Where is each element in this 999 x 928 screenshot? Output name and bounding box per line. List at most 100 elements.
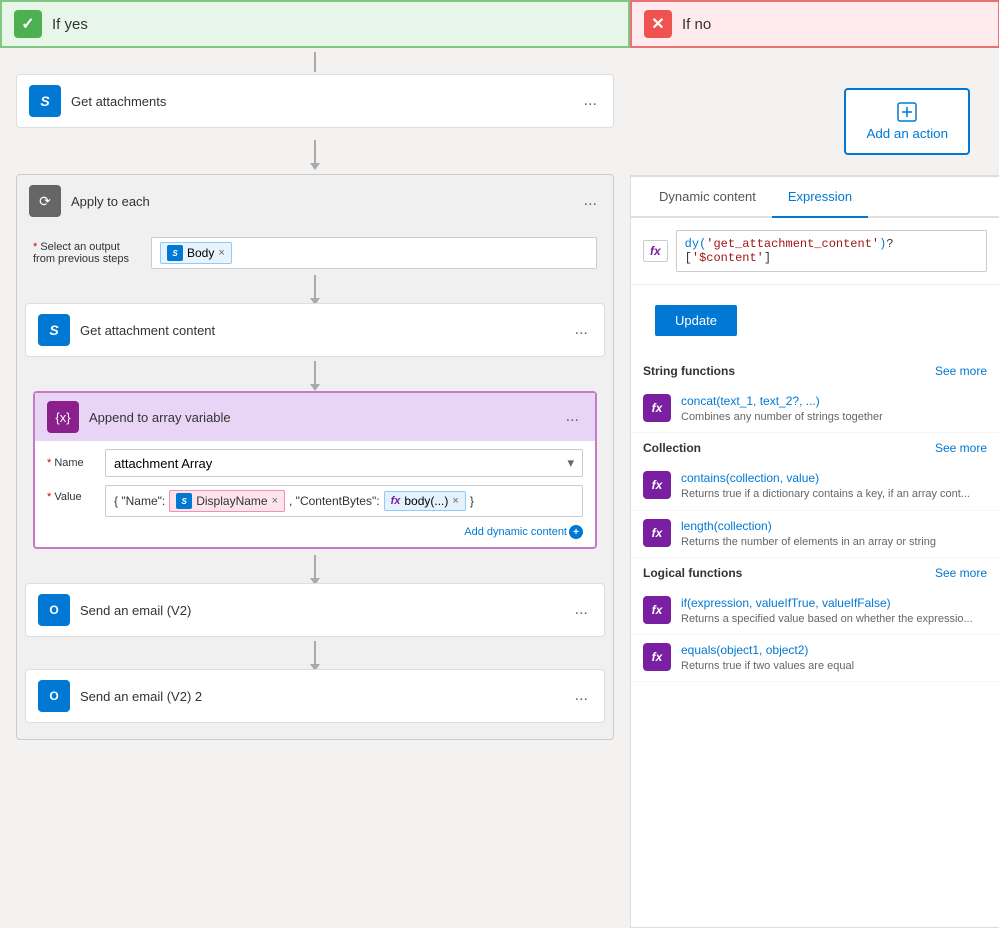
if-no-add-action-label: Add an action: [866, 126, 948, 141]
send-email-1-card: O Send an email (V2) ...: [25, 583, 605, 637]
apply-to-each-title: Apply to each: [71, 194, 570, 209]
fx-badge: fx: [643, 240, 668, 262]
equals-icon: fx: [643, 643, 671, 671]
concat-name: concat(text_1, text_2?, ...): [681, 394, 987, 408]
append-to-array-more[interactable]: ...: [562, 408, 583, 426]
update-button[interactable]: Update: [655, 305, 737, 336]
contains-desc: Returns true if a dictionary contains a …: [681, 487, 987, 501]
string-functions-header: String functions See more: [631, 356, 999, 386]
if-no-add-action-icon: [897, 102, 917, 122]
send-email-1-icon: O: [38, 594, 70, 626]
name-input[interactable]: attachment Array ▾: [105, 449, 583, 477]
length-name: length(collection): [681, 519, 987, 533]
panel-tabs: Dynamic content Expression: [631, 177, 999, 218]
dynamic-panel: Dynamic content Expression fx dy('get_at…: [630, 175, 999, 928]
add-dynamic-content[interactable]: Add dynamic content +: [47, 525, 583, 539]
expression-input[interactable]: dy('get_attachment_content')?['$content'…: [676, 230, 987, 272]
get-attachments-more[interactable]: ...: [580, 92, 601, 110]
concat-icon: fx: [643, 394, 671, 422]
add-action-wrapper: Add an action: [0, 744, 630, 753]
apply-to-each-more[interactable]: ...: [580, 192, 601, 210]
tab-dynamic-content[interactable]: Dynamic content: [643, 177, 772, 218]
name-label: * Name: [47, 457, 97, 469]
expression-value: dy('get_attachment_content')?['$content'…: [685, 237, 894, 265]
function-item-concat[interactable]: fx concat(text_1, text_2?, ...) Combines…: [631, 386, 999, 433]
send-email-2-more[interactable]: ...: [571, 687, 592, 705]
concat-info: concat(text_1, text_2?, ...) Combines an…: [681, 394, 987, 424]
display-name-icon: S: [176, 493, 192, 509]
body-fx-tag: fx body(...) ×: [384, 491, 466, 511]
concat-desc: Combines any number of strings together: [681, 410, 987, 424]
apply-to-each-card: ⟳ Apply to each ... * Select an outputfr…: [16, 174, 614, 740]
array-icon: {x}: [47, 401, 79, 433]
get-attachment-content-card: S Get attachment content ...: [25, 303, 605, 357]
select-output-label: * Select an outputfrom previous steps: [33, 241, 143, 265]
string-functions-see-more[interactable]: See more: [935, 364, 987, 378]
equals-info: equals(object1, object2) Returns true if…: [681, 643, 987, 673]
length-desc: Returns the number of elements in an arr…: [681, 535, 987, 549]
display-name-tag: S DisplayName ×: [169, 490, 285, 512]
value-input[interactable]: { "Name": S DisplayName × , "ContentByte…: [105, 485, 583, 517]
if-yes-label: If yes: [52, 16, 88, 33]
contains-icon: fx: [643, 471, 671, 499]
get-attachments-title: Get attachments: [71, 94, 570, 109]
append-to-array-title: Append to array variable: [89, 410, 552, 425]
append-to-array-card: {x} Append to array variable ... * Name: [33, 391, 597, 549]
tag-input[interactable]: S Body ×: [151, 237, 597, 269]
contains-name: contains(collection, value): [681, 471, 987, 485]
body-tag-remove[interactable]: ×: [452, 495, 458, 507]
equals-desc: Returns true if two values are equal: [681, 659, 987, 673]
body-tag: S Body ×: [160, 242, 232, 264]
send-email-2-icon: O: [38, 680, 70, 712]
tag-remove[interactable]: ×: [218, 247, 224, 259]
send-email-1-more[interactable]: ...: [571, 601, 592, 619]
if-no-x-icon: ✕: [644, 10, 672, 38]
tag-sp-icon: S: [167, 245, 183, 261]
function-item-equals[interactable]: fx equals(object1, object2) Returns true…: [631, 635, 999, 682]
right-panel: ✕ If no Add an action Dynamic content Ex…: [630, 0, 999, 753]
if-no-header: ✕ If no: [630, 0, 999, 48]
collection-header: Collection See more: [631, 433, 999, 463]
logical-functions-label: Logical functions: [643, 566, 742, 580]
length-info: length(collection) Returns the number of…: [681, 519, 987, 549]
if-info: if(expression, valueIfTrue, valueIfFalse…: [681, 596, 987, 626]
update-btn-wrapper: Update: [631, 285, 999, 356]
left-panel: ✓ If yes S Get attachments ... ⟳ A: [0, 0, 630, 753]
get-attachments-card: S Get attachments ...: [16, 74, 614, 128]
get-attachment-content-icon: S: [38, 314, 70, 346]
get-attachment-content-title: Get attachment content: [80, 323, 561, 338]
loop-icon: ⟳: [29, 185, 61, 217]
get-attachment-content-more[interactable]: ...: [571, 321, 592, 339]
if-desc: Returns a specified value based on wheth…: [681, 612, 987, 626]
if-icon: fx: [643, 596, 671, 624]
logical-functions-see-more[interactable]: See more: [935, 566, 987, 580]
collection-label: Collection: [643, 441, 701, 455]
string-functions-label: String functions: [643, 364, 735, 378]
logical-functions-header: Logical functions See more: [631, 558, 999, 588]
function-list: String functions See more fx concat(text…: [631, 356, 999, 927]
array-header: {x} Append to array variable ...: [35, 393, 595, 441]
function-item-if[interactable]: fx if(expression, valueIfTrue, valueIfFa…: [631, 588, 999, 635]
add-dynamic-label: Add dynamic content: [464, 526, 567, 538]
value-middle: , "ContentBytes":: [289, 494, 380, 508]
function-item-length[interactable]: fx length(collection) Returns the number…: [631, 511, 999, 558]
collection-see-more[interactable]: See more: [935, 441, 987, 455]
value-suffix: }: [470, 494, 474, 508]
get-attachments-icon: S: [29, 85, 61, 117]
send-email-2-card: O Send an email (V2) 2 ...: [25, 669, 605, 723]
if-no-label: If no: [682, 16, 711, 33]
send-email-2-title: Send an email (V2) 2: [80, 689, 561, 704]
function-item-contains[interactable]: fx contains(collection, value) Returns t…: [631, 463, 999, 510]
send-email-1-title: Send an email (V2): [80, 603, 561, 618]
expression-row: fx dy('get_attachment_content')?['$conte…: [631, 218, 999, 285]
if-yes-header: ✓ If yes: [0, 0, 630, 48]
display-name-remove[interactable]: ×: [272, 495, 278, 507]
equals-name: equals(object1, object2): [681, 643, 987, 657]
caret-icon: ▾: [567, 455, 574, 471]
if-name: if(expression, valueIfTrue, valueIfFalse…: [681, 596, 987, 610]
tab-expression[interactable]: Expression: [772, 177, 868, 218]
name-value: attachment Array: [114, 456, 212, 471]
length-icon: fx: [643, 519, 671, 547]
if-no-add-action-button[interactable]: Add an action: [844, 88, 970, 155]
value-prefix: { "Name":: [114, 494, 165, 508]
